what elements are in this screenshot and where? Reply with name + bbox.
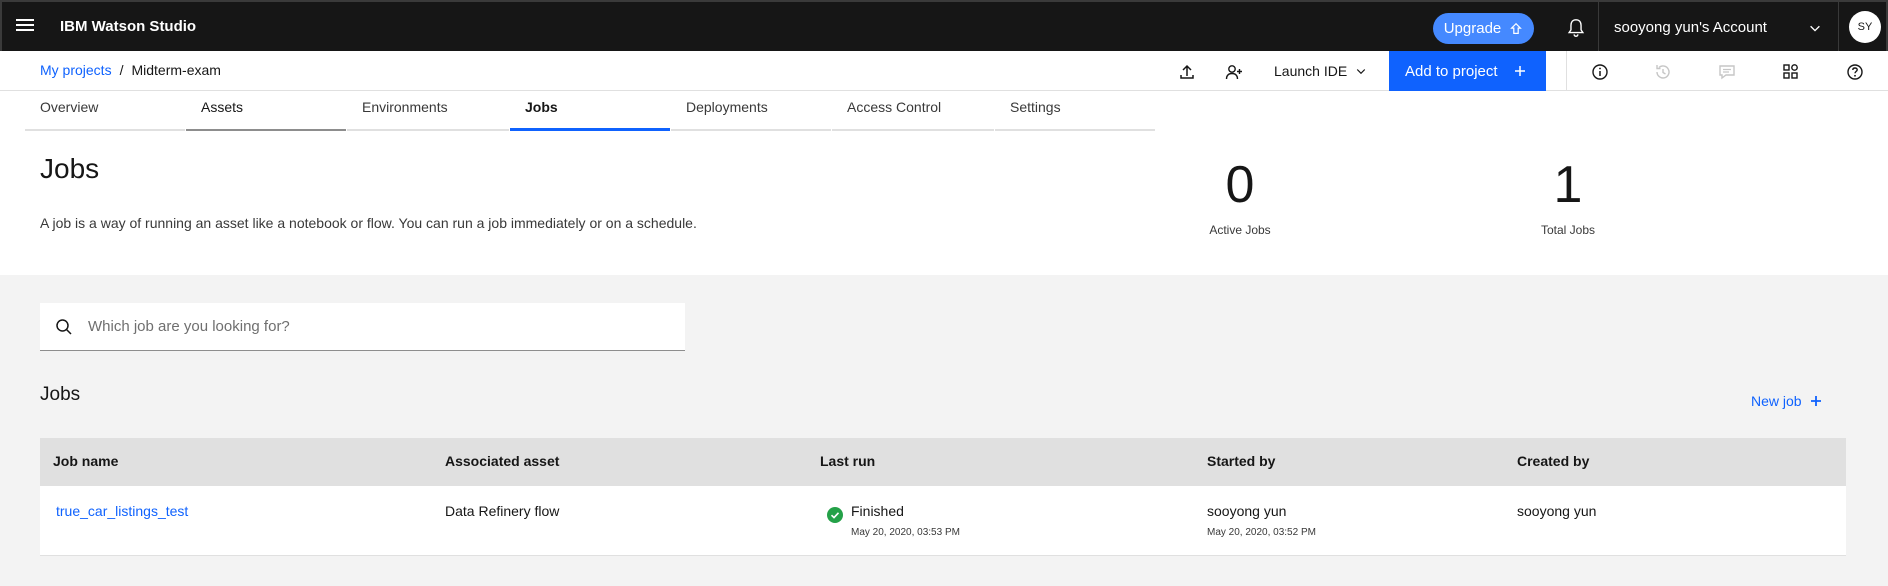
started-by: sooyong yun	[1207, 503, 1287, 519]
last-run-status: Finished	[851, 503, 904, 519]
chevron-down-icon	[1356, 69, 1366, 75]
last-run-time: May 20, 2020, 03:53 PM	[851, 527, 960, 538]
breadcrumb-current: Midterm-exam	[131, 62, 221, 78]
new-job-label: New job	[1751, 393, 1802, 409]
table-header: Job name Associated asset Last run Start…	[40, 438, 1846, 486]
user-avatar[interactable]: SY	[1849, 11, 1881, 43]
active-jobs-label: Active Jobs	[1209, 223, 1271, 237]
last-run-cell: Finished May 20, 2020, 03:53 PM	[827, 503, 960, 538]
history-icon[interactable]	[1653, 62, 1673, 82]
tab-jobs[interactable]: Jobs	[510, 91, 670, 131]
launch-ide-label: Launch IDE	[1274, 63, 1348, 79]
tab-settings[interactable]: Settings	[995, 91, 1155, 131]
search-input[interactable]	[88, 303, 668, 349]
page-title: Jobs	[40, 153, 100, 184]
created-by: sooyong yun	[1517, 503, 1597, 519]
add-collaborator-icon[interactable]	[1224, 62, 1244, 82]
active-jobs-stat: 0 Active Jobs	[1200, 155, 1280, 237]
started-time: May 20, 2020, 03:52 PM	[1207, 527, 1316, 538]
plus-icon	[1810, 396, 1821, 406]
tab-deployments[interactable]: Deployments	[671, 91, 831, 131]
column-header-started-by[interactable]: Started by	[1207, 453, 1275, 469]
upgrade-label: Upgrade	[1443, 20, 1502, 37]
top-navigation-bar: IBM Watson Studio Upgrade sooyong yun's …	[0, 0, 1888, 53]
jobs-section-title: Jobs	[40, 384, 81, 405]
tab-environments[interactable]: Environments	[347, 91, 509, 131]
breadcrumb: My projects / Midterm-exam	[40, 62, 221, 78]
launch-ide-dropdown[interactable]: Launch IDE	[1274, 63, 1367, 79]
tab-assets[interactable]: Assets	[186, 91, 346, 131]
table-row[interactable]: true_car_listings_test Data Refinery flo…	[40, 486, 1846, 556]
total-jobs-label: Total Jobs	[1540, 223, 1596, 237]
apps-icon[interactable]	[1781, 62, 1801, 82]
tab-access-control[interactable]: Access Control	[832, 91, 994, 131]
divider	[1598, 2, 1599, 53]
search-icon	[56, 319, 72, 335]
upload-icon[interactable]	[1177, 62, 1197, 82]
divider	[1838, 2, 1839, 53]
breadcrumb-my-projects[interactable]: My projects	[40, 62, 112, 78]
project-toolbar: My projects / Midterm-exam Launch IDE Add …	[0, 51, 1888, 91]
info-icon[interactable]	[1590, 62, 1610, 82]
new-job-button[interactable]: New job	[1751, 393, 1822, 409]
associated-asset: Data Refinery flow	[445, 503, 560, 519]
column-header-last-run[interactable]: Last run	[820, 453, 875, 469]
project-tabs: Overview Assets Environments Jobs Deploy…	[0, 91, 1888, 135]
jobs-table: Job name Associated asset Last run Start…	[40, 438, 1846, 556]
notification-bell-icon[interactable]	[1565, 17, 1587, 39]
page-description: A job is a way of running an asset like …	[40, 215, 697, 231]
account-switcher[interactable]: sooyong yun's Account	[1614, 19, 1767, 36]
jobs-header: Jobs A job is a way of running an asset …	[0, 135, 1888, 275]
tab-overview[interactable]: Overview	[25, 91, 185, 131]
add-to-project-button[interactable]: Add to project	[1389, 51, 1546, 91]
divider	[1566, 51, 1567, 91]
total-jobs-stat: 1 Total Jobs	[1530, 155, 1606, 237]
column-header-associated-asset[interactable]: Associated asset	[445, 453, 559, 469]
started-by-cell: sooyong yun May 20, 2020, 03:52 PM	[1207, 503, 1316, 538]
column-header-created-by[interactable]: Created by	[1517, 453, 1589, 469]
total-jobs-count: 1	[1553, 156, 1583, 214]
help-icon[interactable]	[1845, 62, 1865, 82]
job-name-link[interactable]: true_car_listings_test	[56, 503, 188, 519]
active-jobs-count: 0	[1225, 156, 1255, 214]
plus-icon	[1514, 66, 1525, 76]
column-header-job-name[interactable]: Job name	[53, 453, 118, 469]
add-to-project-label: Add to project	[1405, 62, 1498, 80]
upgrade-arrow-icon	[1510, 22, 1523, 34]
success-check-icon	[827, 507, 843, 523]
chevron-down-icon[interactable]	[1808, 21, 1822, 35]
upgrade-button[interactable]: Upgrade	[1433, 13, 1534, 44]
brand-name[interactable]: IBM Watson Studio	[60, 18, 196, 35]
comment-icon[interactable]	[1717, 62, 1737, 82]
job-search	[40, 303, 685, 351]
breadcrumb-separator: /	[119, 62, 124, 78]
hamburger-menu-icon[interactable]	[16, 19, 34, 33]
